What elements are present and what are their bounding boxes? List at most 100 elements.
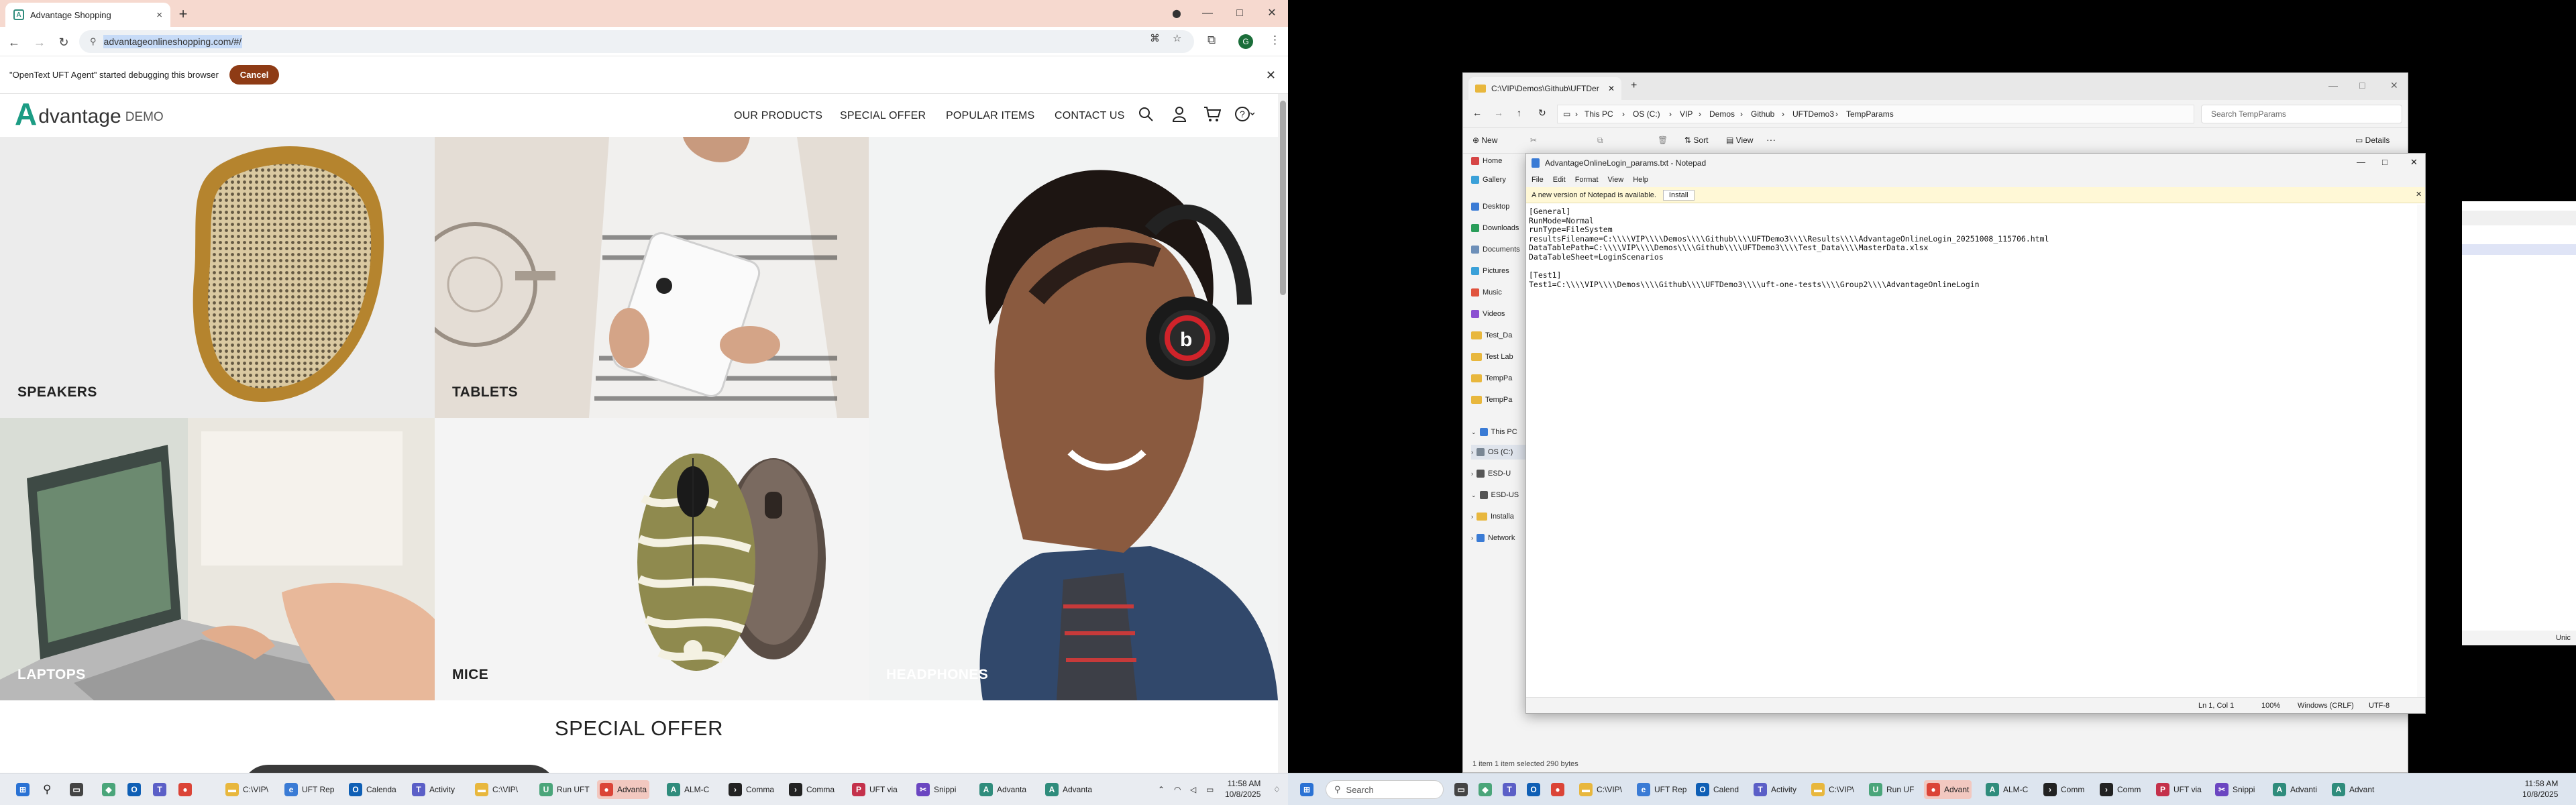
task-view-button[interactable]: ▭: [1452, 780, 1470, 799]
taskbar-app-12[interactable]: A Advanta: [977, 780, 1029, 799]
taskbar-pin-teams[interactable]: T: [1500, 780, 1519, 799]
breadcrumb-vip[interactable]: VIP: [1680, 109, 1693, 119]
menu-help[interactable]: Help: [1633, 176, 1648, 184]
maximize-button[interactable]: □: [2359, 80, 2365, 91]
taskbar-app-2[interactable]: O Calend: [1693, 780, 1741, 799]
tray-battery[interactable]: ▭: [1203, 780, 1216, 799]
maximize-button[interactable]: □: [2382, 157, 2387, 167]
search-icon[interactable]: [1138, 106, 1154, 126]
taskbar-app-0[interactable]: ▬ C:\VIP\: [1576, 780, 1625, 799]
up-icon[interactable]: ↑: [1517, 107, 1521, 118]
taskbar-pin-chrome[interactable]: ●: [176, 780, 195, 799]
minimize-button[interactable]: —: [2328, 80, 2338, 91]
taskbar-app-10[interactable]: P UFT via: [2153, 780, 2204, 799]
taskbar-app-10[interactable]: P UFT via: [849, 780, 900, 799]
menu-view[interactable]: View: [1608, 176, 1624, 184]
nav-folder-tempparams-2[interactable]: TempPa: [1471, 392, 1529, 407]
site-logo[interactable]: A dvantage DEMO: [15, 98, 164, 130]
more-options-button[interactable]: ···: [1766, 134, 1776, 145]
notepad-vertical-scrollbar[interactable]: [2417, 205, 2425, 705]
nav-contact-us[interactable]: CONTACT US: [1055, 110, 1125, 122]
close-window-button[interactable]: ✕: [2410, 157, 2418, 168]
nav-folder-tempparams-1[interactable]: TempPa: [1471, 371, 1529, 386]
tray-chevron[interactable]: ⌃: [1155, 780, 1167, 799]
nav-videos[interactable]: Videos: [1471, 307, 1529, 321]
category-laptops[interactable]: LAPTOPS: [0, 418, 435, 700]
new-tab-button[interactable]: +: [174, 6, 192, 23]
close-tab-icon[interactable]: ✕: [1608, 84, 1615, 93]
sort-button[interactable]: ⇅ Sort: [1684, 136, 1708, 145]
reload-button[interactable]: ↻: [55, 34, 72, 51]
chrome-menu-icon[interactable]: ⋮: [1269, 34, 1281, 47]
taskbar-app-5[interactable]: U Run UF: [1866, 780, 1917, 799]
taskbar-clock[interactable]: 11:58 AM 10/8/2025: [1225, 778, 1260, 800]
close-window-button[interactable]: ✕: [1260, 4, 1284, 23]
taskbar-app-7[interactable]: A ALM-C: [664, 780, 712, 799]
nav-documents[interactable]: Documents: [1471, 242, 1529, 257]
taskbar-app-13[interactable]: A Advanta: [1042, 780, 1095, 799]
new-tab-button[interactable]: +: [1631, 80, 1637, 92]
taskbar-search-button[interactable]: ⚲: [40, 780, 54, 799]
back-icon[interactable]: ←: [1472, 107, 1482, 118]
taskbar-app-2[interactable]: O Calenda: [346, 780, 399, 799]
user-icon[interactable]: [1171, 106, 1187, 126]
minimize-button[interactable]: —: [2357, 157, 2365, 167]
explorer-search-input[interactable]: Search TempParams: [2201, 105, 2402, 123]
close-infobar-icon[interactable]: ✕: [1266, 68, 1276, 83]
cancel-debug-button[interactable]: Cancel: [229, 65, 280, 85]
taskbar-app-1[interactable]: e UFT Rep: [282, 780, 337, 799]
menu-file[interactable]: File: [1532, 176, 1544, 184]
profile-avatar[interactable]: G: [1238, 34, 1253, 49]
view-button[interactable]: ▤ View: [1726, 136, 1753, 145]
taskbar-pin-chrome[interactable]: ●: [1548, 780, 1567, 799]
translate-icon[interactable]: ⌘: [1150, 32, 1160, 44]
taskbar-app-9[interactable]: › Comm: [2097, 780, 2143, 799]
breadcrumb-uftdemo3[interactable]: UFTDemo3: [1792, 109, 1834, 119]
close-window-button[interactable]: ✕: [2390, 80, 2398, 91]
taskbar-pin-outlook[interactable]: O: [1524, 780, 1543, 799]
notepad-text-area[interactable]: [General] RunMode=Normal runType=FileSys…: [1529, 207, 2414, 697]
nav-gallery[interactable]: Gallery: [1471, 172, 1529, 187]
taskbar-app-4[interactable]: ▬ C:\VIP\: [1809, 780, 1857, 799]
help-icon[interactable]: ?: [1234, 106, 1255, 126]
nav-installation[interactable]: › Installa: [1471, 509, 1529, 524]
taskbar-app-11[interactable]: ✂ Snippi: [2212, 780, 2257, 799]
close-tab-icon[interactable]: ×: [156, 9, 162, 21]
rename-icon[interactable]: ⧉: [1597, 136, 1603, 146]
nav-pictures[interactable]: Pictures: [1471, 264, 1529, 278]
taskbar-app-7[interactable]: A ALM-C: [1983, 780, 2031, 799]
taskbar-clock[interactable]: 11:58 AM 10/8/2025: [2522, 778, 2558, 800]
explorer-breadcrumb[interactable]: ▭ › This PC › OS (C:) › VIP › Demos › Gi…: [1557, 105, 2194, 123]
taskbar-app-3[interactable]: T Activity: [409, 780, 458, 799]
forward-button[interactable]: →: [31, 34, 48, 51]
breadcrumb-os[interactable]: OS (C:): [1633, 109, 1660, 119]
back-button[interactable]: ←: [5, 34, 23, 51]
taskbar-app-9[interactable]: › Comma: [786, 780, 837, 799]
taskbar-app-11[interactable]: ✂ Snippi: [914, 780, 959, 799]
nav-music[interactable]: Music: [1471, 285, 1529, 300]
nav-folder-test-lab[interactable]: Test Lab: [1471, 350, 1529, 364]
browser-tab-advantage[interactable]: A Advantage Shopping ×: [5, 3, 170, 27]
extensions-icon[interactable]: ⧉: [1208, 34, 1216, 47]
scrollbar-thumb[interactable]: [1280, 101, 1286, 295]
maximize-button[interactable]: □: [1228, 4, 1252, 23]
taskbar-search-box[interactable]: ⚲ Search: [1326, 780, 1444, 799]
explorer-tab[interactable]: C:\VIP\Demos\Github\UFTDer ✕: [1468, 77, 1621, 100]
taskbar-app-4[interactable]: ▬ C:\VIP\: [472, 780, 521, 799]
taskbar-app-6[interactable]: ● Advanta: [597, 780, 650, 799]
bookmark-star-icon[interactable]: ☆: [1173, 32, 1181, 44]
taskbar-pin-copilot[interactable]: ◆: [99, 780, 118, 799]
details-button[interactable]: ▭ Details: [2355, 136, 2390, 145]
category-tablets[interactable]: TABLETS: [435, 137, 869, 418]
address-bar[interactable]: ⚲ advantageonlineshopping.com/#/: [79, 30, 1194, 53]
refresh-icon[interactable]: ↻: [1538, 107, 1546, 119]
delete-icon[interactable]: 🗑︎: [1658, 136, 1668, 145]
nav-esd-usb-1[interactable]: › ESD-U: [1471, 466, 1529, 481]
tray-volume[interactable]: ◁: [1187, 780, 1199, 799]
breadcrumb-demos[interactable]: Demos: [1709, 109, 1735, 119]
tray-wifi[interactable]: ◠: [1171, 780, 1183, 799]
install-button[interactable]: Install: [1662, 189, 1695, 201]
category-speakers[interactable]: SPEAKERS: [0, 137, 435, 418]
cut-icon[interactable]: ✂: [1530, 136, 1537, 145]
nav-desktop[interactable]: Desktop: [1471, 199, 1529, 214]
